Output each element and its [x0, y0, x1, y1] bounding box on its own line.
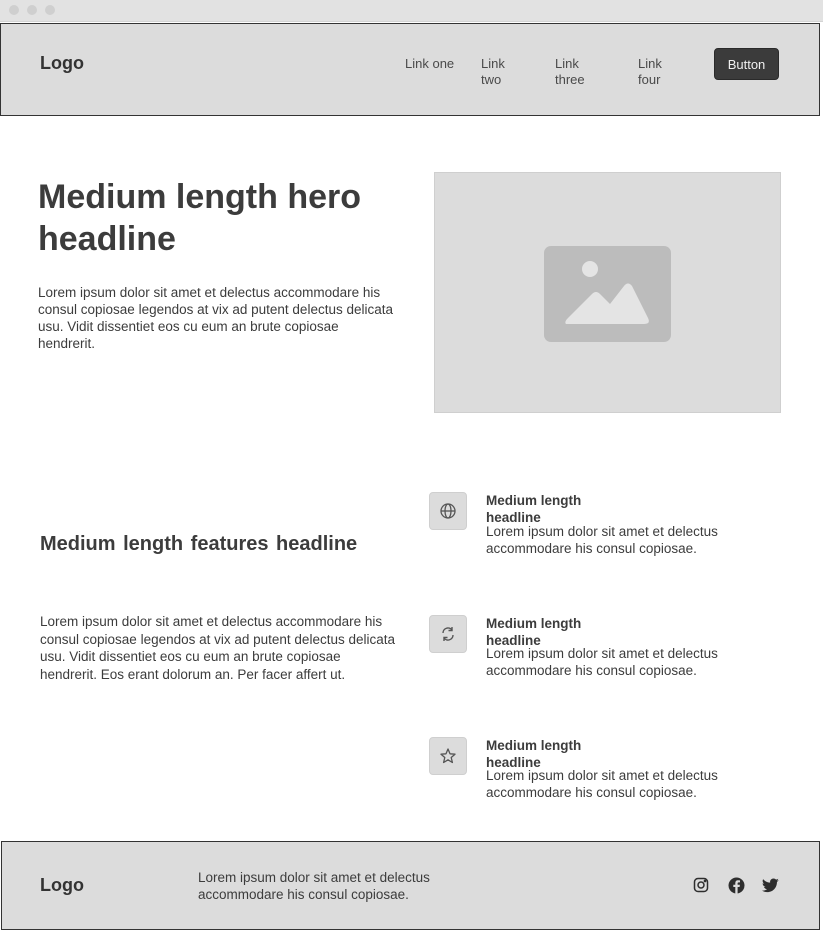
window-maximize-dot[interactable] [45, 5, 55, 15]
feature-3-title: Medium length headline [486, 738, 582, 770]
window-minimize-dot[interactable] [27, 5, 37, 15]
footer: Logo Lorem ipsum dolor sit amet et delec… [1, 841, 820, 930]
hero-body-text: Lorem ipsum dolor sit amet et delectus a… [38, 285, 393, 351]
navbar: Logo Link one Link two Link three Link f… [0, 23, 820, 116]
footer-logo[interactable]: Logo [40, 875, 84, 896]
features-body-text: Lorem ipsum dolor sit amet et delectus a… [40, 614, 395, 682]
hero-headline: Medium length hero headline [38, 178, 361, 258]
features-headline: Medium length features headline [40, 533, 358, 555]
feature-1-body: Lorem ipsum dolor sit amet et delectus a… [486, 524, 718, 556]
nav-cta-button[interactable]: Button [714, 48, 779, 80]
feature-3-body: Lorem ipsum dolor sit amet et delectus a… [486, 768, 718, 800]
image-placeholder-icon [544, 246, 671, 342]
nav-link-four[interactable]: Link four [638, 56, 678, 88]
twitter-icon[interactable] [761, 876, 779, 894]
nav-link-three[interactable]: Link three [555, 56, 599, 88]
window-titlebar [0, 0, 823, 22]
nav-link-one[interactable]: Link one [405, 56, 465, 72]
hero-image-placeholder [434, 172, 781, 413]
facebook-icon[interactable] [727, 876, 745, 894]
refresh-icon [429, 615, 467, 653]
feature-2-title: Medium length headline [486, 616, 582, 648]
footer-text: Lorem ipsum dolor sit amet et delectus a… [198, 870, 430, 902]
star-icon [429, 737, 467, 775]
globe-icon [429, 492, 467, 530]
feature-1-title: Medium length headline [486, 493, 582, 525]
nav-link-two[interactable]: Link two [481, 56, 525, 88]
instagram-icon[interactable] [692, 876, 710, 894]
window-close-dot[interactable] [9, 5, 19, 15]
navbar-logo[interactable]: Logo [40, 53, 84, 74]
feature-2-body: Lorem ipsum dolor sit amet et delectus a… [486, 646, 718, 678]
